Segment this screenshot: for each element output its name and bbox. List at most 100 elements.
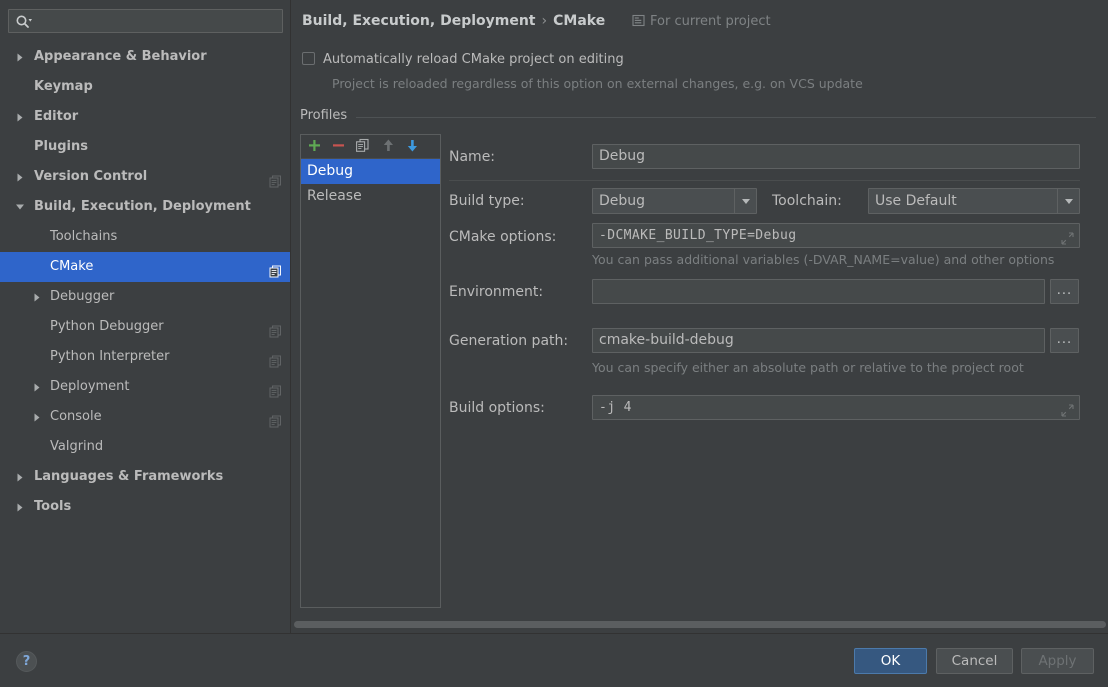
chevron-right-icon[interactable]	[14, 492, 30, 522]
cmake-options-label: CMake options:	[449, 229, 556, 245]
auto-reload-checkbox-row[interactable]: Automatically reload CMake project on ed…	[302, 52, 624, 67]
search-input[interactable]	[8, 9, 283, 33]
sidebar-item-toolchains[interactable]: Toolchains	[0, 222, 290, 252]
sidebar-item-label: Python Debugger	[50, 312, 164, 342]
sidebar-item-label: Tools	[34, 492, 71, 522]
help-button[interactable]: ?	[16, 651, 37, 672]
add-profile-button[interactable]	[307, 138, 327, 156]
profiles-group-label: Profiles	[300, 108, 353, 123]
sidebar-item-appearance-behavior[interactable]: Appearance & Behavior	[0, 42, 290, 72]
name-input[interactable]: Debug	[592, 144, 1080, 169]
chevron-down-icon[interactable]	[14, 192, 30, 222]
expand-icon[interactable]	[1061, 402, 1074, 415]
sidebar-item-label: Toolchains	[50, 222, 117, 252]
chevron-right-icon[interactable]	[31, 402, 47, 432]
sidebar-item-cmake[interactable]: CMake	[0, 252, 290, 282]
toolchain-value: Use Default	[875, 193, 957, 209]
search-icon	[15, 14, 33, 30]
sidebar-item-label: Deployment	[50, 372, 130, 402]
breadcrumb-separator: ›	[542, 13, 548, 29]
profiles-group-divider	[356, 117, 1096, 118]
build-type-dropdown[interactable]: Debug	[592, 188, 757, 214]
sidebar-item-languages-frameworks[interactable]: Languages & Frameworks	[0, 462, 290, 492]
scrollbar-thumb[interactable]	[294, 621, 1106, 628]
build-options-value: -j 4	[599, 400, 632, 415]
project-scope-icon	[632, 14, 645, 27]
generation-path-hint: You can specify either an absolute path …	[592, 360, 1024, 375]
sidebar-item-label: Keymap	[34, 72, 93, 102]
project-scope-icon	[269, 380, 282, 393]
remove-profile-button[interactable]	[331, 138, 351, 156]
scope-indicator: For current project	[632, 14, 771, 29]
environment-label: Environment:	[449, 284, 543, 300]
generation-path-input[interactable]: cmake-build-debug	[592, 328, 1045, 353]
chevron-down-icon[interactable]	[734, 189, 756, 213]
sidebar-item-label: Editor	[34, 102, 78, 132]
profiles-toolbar	[301, 135, 440, 159]
sidebar-item-python-interpreter[interactable]: Python Interpreter	[0, 342, 290, 372]
sidebar-item-keymap[interactable]: Keymap	[0, 72, 290, 102]
breadcrumb: Build, Execution, Deployment›CMake	[302, 13, 605, 29]
settings-sidebar: Appearance & BehaviorKeymapEditorPlugins…	[0, 0, 291, 633]
expand-icon[interactable]	[1061, 230, 1074, 243]
chevron-right-icon[interactable]	[14, 102, 30, 132]
chevron-right-icon[interactable]	[31, 372, 47, 402]
sidebar-item-build-execution-deployment[interactable]: Build, Execution, Deployment	[0, 192, 290, 222]
build-options-input[interactable]: -j 4	[592, 395, 1080, 420]
auto-reload-checkbox[interactable]	[302, 52, 315, 65]
sidebar-item-version-control[interactable]: Version Control	[0, 162, 290, 192]
sidebar-item-label: Version Control	[34, 162, 147, 192]
chevron-right-icon[interactable]	[14, 462, 30, 492]
name-label: Name:	[449, 149, 495, 165]
breadcrumb-parent[interactable]: Build, Execution, Deployment	[302, 13, 536, 29]
apply-button: Apply	[1021, 648, 1094, 674]
sidebar-item-console[interactable]: Console	[0, 402, 290, 432]
auto-reload-label: Automatically reload CMake project on ed…	[323, 52, 624, 67]
move-down-button[interactable]	[405, 138, 425, 156]
sidebar-item-label: Python Interpreter	[50, 342, 169, 372]
sidebar-item-editor[interactable]: Editor	[0, 102, 290, 132]
sidebar-item-label: Debugger	[50, 282, 114, 312]
sidebar-item-plugins[interactable]: Plugins	[0, 132, 290, 162]
cancel-button[interactable]: Cancel	[936, 648, 1013, 674]
sidebar-item-tools[interactable]: Tools	[0, 492, 290, 522]
sidebar-item-label: Build, Execution, Deployment	[34, 192, 251, 222]
horizontal-scrollbar[interactable]	[294, 620, 1106, 629]
environment-input[interactable]	[592, 279, 1045, 304]
sidebar-item-debugger[interactable]: Debugger	[0, 282, 290, 312]
cmake-options-input[interactable]: -DCMAKE_BUILD_TYPE=Debug	[592, 223, 1080, 248]
sidebar-item-label: Plugins	[34, 132, 88, 162]
build-type-value: Debug	[599, 193, 645, 209]
generation-path-browse-button[interactable]: ...	[1050, 328, 1079, 353]
sidebar-item-label: CMake	[50, 252, 93, 282]
sidebar-item-python-debugger[interactable]: Python Debugger	[0, 312, 290, 342]
generation-path-label: Generation path:	[449, 333, 568, 349]
chevron-right-icon[interactable]	[31, 282, 47, 312]
auto-reload-hint: Project is reloaded regardless of this o…	[332, 76, 863, 91]
copy-profile-button[interactable]	[355, 138, 375, 156]
settings-tree[interactable]: Appearance & BehaviorKeymapEditorPlugins…	[0, 42, 290, 633]
project-scope-icon	[269, 320, 282, 333]
build-options-label: Build options:	[449, 400, 545, 416]
toolchain-label: Toolchain:	[772, 193, 842, 209]
cmake-settings-panel: Build, Execution, Deployment›CMake For c…	[292, 0, 1108, 633]
environment-browse-button[interactable]: ...	[1050, 279, 1079, 304]
chevron-right-icon[interactable]	[14, 162, 30, 192]
chevron-right-icon[interactable]	[14, 42, 30, 72]
sidebar-item-deployment[interactable]: Deployment	[0, 372, 290, 402]
cmake-options-hint: You can pass additional variables (-DVAR…	[592, 252, 1054, 267]
sidebar-item-label: Console	[50, 402, 102, 432]
build-type-label: Build type:	[449, 193, 525, 209]
chevron-down-icon[interactable]	[1057, 189, 1079, 213]
toolchain-dropdown[interactable]: Use Default	[868, 188, 1080, 214]
profile-list-item[interactable]: Debug	[301, 159, 440, 184]
dialog-button-bar: ? OK Cancel Apply	[0, 633, 1108, 687]
profiles-list[interactable]: DebugRelease	[301, 159, 440, 209]
sidebar-item-valgrind[interactable]: Valgrind	[0, 432, 290, 462]
profile-list-item[interactable]: Release	[301, 184, 440, 209]
project-scope-icon	[269, 350, 282, 363]
cmake-options-value: -DCMAKE_BUILD_TYPE=Debug	[599, 228, 796, 243]
scope-label: For current project	[650, 14, 771, 29]
project-scope-icon	[269, 170, 282, 183]
ok-button[interactable]: OK	[854, 648, 927, 674]
